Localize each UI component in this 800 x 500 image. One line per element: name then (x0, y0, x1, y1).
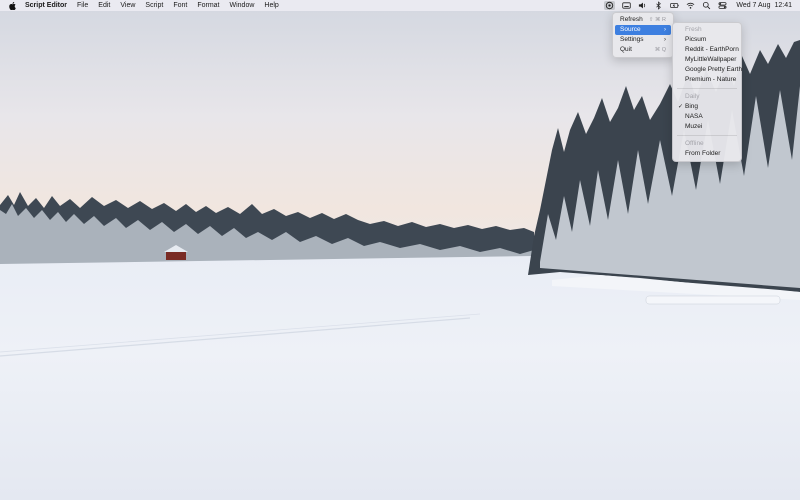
menu-item-source[interactable]: Source › (615, 25, 671, 35)
source-item-google-pretty-earth[interactable]: Google Pretty Earth (675, 65, 742, 75)
source-item-premium-nature[interactable]: Premium - Nature (675, 75, 739, 85)
menu-item-label: Quit (620, 46, 632, 53)
menu-edit[interactable]: Edit (98, 0, 110, 11)
section-header-offline: Offline (685, 140, 704, 147)
menu-bar: Script Editor File Edit View Script Font… (0, 0, 800, 11)
checkmark-icon: ✓ (678, 104, 684, 110)
source-item-from-folder[interactable]: From Folder (675, 149, 739, 159)
source-item-nasa[interactable]: NASA (675, 112, 739, 122)
status-area: Wed 7 Aug 12:41 (600, 0, 792, 11)
clock-time: 12:41 (774, 2, 792, 9)
source-item-picsum[interactable]: Picsum (675, 35, 739, 45)
keyboard-icon[interactable] (622, 1, 632, 10)
volume-icon[interactable] (638, 1, 647, 10)
battery-icon[interactable] (670, 1, 679, 10)
section-header-fresh: Fresh (685, 26, 702, 33)
wallpaper-app-menu: Refresh ⇧ ⌘ R Source › Settings › Quit ⌘… (612, 12, 674, 58)
app-name-menu[interactable]: Script Editor (25, 0, 67, 11)
chevron-right-icon: › (664, 37, 666, 43)
shortcut-label: ⇧ ⌘ R (648, 17, 666, 23)
apple-logo-icon[interactable] (9, 1, 16, 10)
search-icon[interactable] (702, 1, 711, 10)
bluetooth-icon[interactable] (654, 1, 663, 10)
menu-item-quit[interactable]: Quit ⌘ Q (615, 45, 671, 55)
shortcut-label: ⌘ Q (654, 47, 666, 53)
menu-file[interactable]: File (77, 0, 88, 11)
menu-item-label: Source (620, 26, 641, 33)
source-item-bing[interactable]: ✓ Bing (675, 102, 739, 112)
menu-view[interactable]: View (120, 0, 135, 11)
source-submenu: Fresh Picsum Reddit - EarthPorn MyLittle… (672, 22, 742, 162)
menu-format[interactable]: Format (197, 0, 219, 11)
clock-date: Wed 7 Aug (736, 2, 771, 9)
menu-item-label: Refresh (620, 16, 643, 23)
wallpaper-app-icon[interactable] (604, 1, 616, 10)
source-item-muzei[interactable]: Muzei (675, 122, 739, 132)
wifi-icon[interactable] (686, 1, 695, 10)
source-item-mylittlewallpaper[interactable]: MyLittleWallpaper (675, 55, 739, 65)
menu-item-refresh[interactable]: Refresh ⇧ ⌘ R (615, 15, 671, 25)
source-item-reddit-earthporn[interactable]: Reddit - EarthPorn (675, 45, 739, 55)
menu-item-label: Bing (685, 103, 699, 110)
menu-separator (677, 135, 737, 136)
menubar-clock[interactable]: Wed 7 Aug 12:41 (736, 2, 792, 9)
menu-item-label: Settings (620, 36, 644, 43)
chevron-right-icon: › (664, 27, 666, 33)
menu-script[interactable]: Script (145, 0, 163, 11)
menu-font[interactable]: Font (173, 0, 187, 11)
menu-help[interactable]: Help (264, 0, 278, 11)
menu-window[interactable]: Window (230, 0, 255, 11)
control-center-icon[interactable] (718, 1, 727, 10)
section-header-daily: Daily (685, 93, 700, 100)
menu-item-settings[interactable]: Settings › (615, 35, 671, 45)
menu-separator (677, 88, 737, 89)
